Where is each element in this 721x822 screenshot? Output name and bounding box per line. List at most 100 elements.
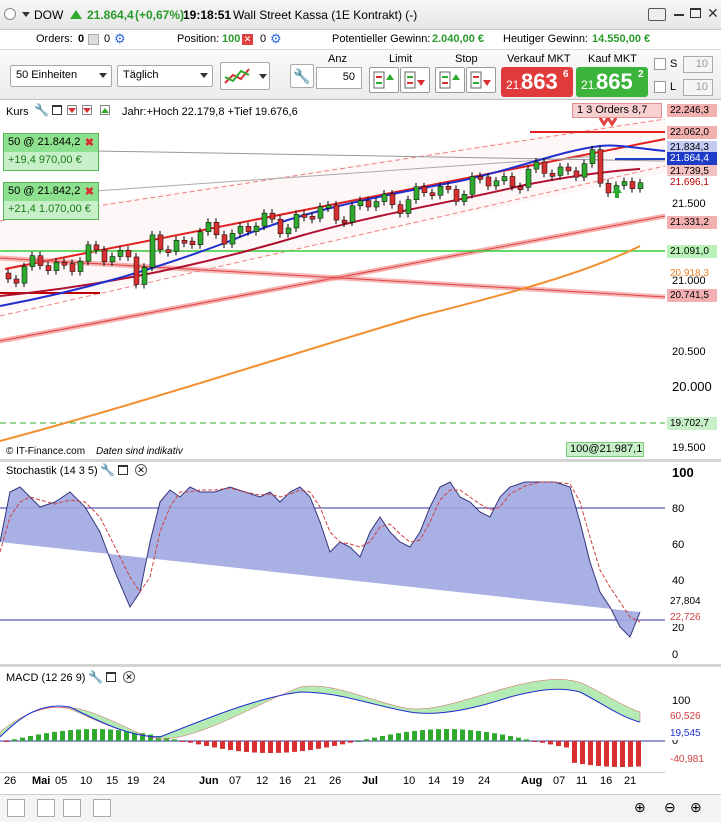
candle-body [429, 192, 436, 196]
move-down-icon[interactable] [67, 105, 77, 115]
units-select[interactable]: 50 Einheiten [10, 65, 112, 87]
pot-gain-label: Potentieller Gewinn: [332, 33, 431, 45]
zoom-in-vertical-icon[interactable]: ⊕ [634, 799, 652, 817]
l-checkbox-box[interactable] [654, 81, 666, 93]
macd-bar [436, 729, 441, 741]
stoch-title: Stochastik (14 3 5) [6, 465, 98, 477]
stoch-maximize-icon[interactable] [118, 465, 128, 475]
dropdown-chevron-icon[interactable] [22, 12, 30, 17]
close-position-2-icon[interactable]: ✖ [85, 185, 94, 198]
trend-up-icon [70, 10, 82, 19]
info-icon[interactable] [4, 8, 16, 20]
x-axis-label: 16 [279, 775, 292, 787]
macd-bar [188, 741, 193, 743]
macd-bar [596, 741, 601, 766]
drawing-tools-icon[interactable] [37, 799, 55, 817]
macd-bar [284, 741, 289, 753]
time-label: 19:18:51 [183, 8, 232, 22]
s-label: S [670, 58, 678, 70]
maximize-icon[interactable] [690, 8, 701, 18]
move-down-alt-icon[interactable] [82, 105, 92, 115]
close-position-1-icon[interactable]: ✖ [85, 136, 94, 149]
cancel-orders-icon[interactable] [88, 34, 99, 45]
zoom-in-icon[interactable]: ⊕ [690, 799, 708, 817]
candle-body [85, 244, 92, 262]
candle-body [421, 186, 428, 193]
add-indicator-icon[interactable] [7, 799, 25, 817]
zoom-out-icon[interactable]: ⊖ [664, 799, 682, 817]
l-input[interactable]: 10 [683, 79, 713, 96]
macd-maximize-icon[interactable] [106, 672, 116, 682]
wrench-icon[interactable]: 🔧 [34, 103, 49, 117]
macd-bar [364, 739, 369, 741]
position-average-text: 100@21.987,1 [570, 443, 643, 455]
macd-bar [500, 734, 505, 741]
compare-icon[interactable] [93, 799, 111, 817]
s-input[interactable]: 10 [683, 56, 713, 73]
position-2-body: +21,4 1.070,00 € [4, 201, 98, 219]
anz-value: 50 [342, 71, 355, 83]
candle-body [549, 173, 556, 177]
macd-bar [580, 741, 585, 765]
period-select-value: Täglich [123, 69, 159, 81]
macd-bar [420, 730, 425, 741]
stoch-tick-40: 40 [672, 575, 685, 587]
close-position-icon[interactable]: ✕ [242, 34, 253, 45]
limit-buy-button[interactable] [369, 67, 399, 93]
orders-value-2: 0 [104, 33, 111, 45]
candle-body [13, 278, 20, 284]
limit-sell-button[interactable] [400, 67, 430, 93]
candle-body [253, 225, 260, 232]
chart-type-button[interactable] [220, 62, 270, 90]
gear-icon-2[interactable]: ⚙ [270, 31, 282, 47]
limit-label: Limit [389, 53, 413, 65]
x-axis-label: 21 [624, 775, 637, 787]
stoch-wrench-icon[interactable]: 🔧 [100, 463, 115, 477]
macd-wrench-icon[interactable]: 🔧 [88, 670, 103, 684]
macd-bar [44, 733, 49, 741]
move-up-icon[interactable] [100, 105, 110, 115]
price-label-7: 21.331,2 [667, 216, 717, 229]
macd-bar [4, 741, 9, 742]
maximize-panel-icon[interactable] [52, 105, 62, 115]
candle-body [293, 214, 300, 229]
macd-close-icon[interactable]: ✕ [123, 671, 135, 683]
units-select-value: 50 Einheiten [16, 69, 78, 81]
minimize-icon[interactable] [674, 14, 684, 16]
macd-bar [100, 729, 105, 741]
orders-badge[interactable]: 1 3 Orders 8,7 [572, 103, 662, 118]
wrench-button[interactable]: 🔧 [290, 64, 314, 88]
candle-body [365, 200, 372, 208]
position-box-1[interactable]: 50 @ 21.844,2 ✖ +19,4 970,00 € [3, 133, 99, 171]
close-icon[interactable]: ✕ [707, 5, 719, 22]
sell-market-button[interactable]: 21. 863 6 [501, 67, 573, 97]
candle-body [157, 234, 164, 250]
macd-bar [308, 741, 313, 751]
stop-sell-button[interactable] [466, 67, 496, 93]
position-2-title: 50 @ 21.842,2 [8, 185, 81, 197]
s-checkbox-box[interactable] [654, 58, 666, 70]
macd-bar [204, 741, 209, 747]
macd-bar [380, 735, 385, 741]
macd-bar [28, 736, 33, 741]
buy-market-button[interactable]: 21. 865 2 [576, 67, 648, 97]
macd-bar [20, 737, 25, 741]
macd-bar [396, 733, 401, 741]
gear-icon[interactable]: ⚙ [114, 31, 126, 47]
keyboard-icon[interactable] [648, 8, 666, 21]
macd-bar [492, 733, 497, 741]
l-label: L [670, 81, 677, 93]
macd-bar [612, 741, 617, 767]
candle-body [5, 272, 12, 280]
position-box-2[interactable]: 50 @ 21.842,2 ✖ +21,4 1.070,00 € [3, 182, 99, 220]
anz-input[interactable]: 50 [316, 67, 362, 89]
macd-bar [428, 729, 433, 741]
stoch-close-icon[interactable]: ✕ [135, 464, 147, 476]
candle-body [173, 239, 180, 252]
period-select[interactable]: Täglich [117, 65, 213, 87]
templates-icon[interactable] [63, 799, 81, 817]
x-axis-label: 07 [553, 775, 566, 787]
candle-body [101, 249, 108, 263]
stop-buy-button[interactable] [435, 67, 465, 93]
x-axis-label: 19 [452, 775, 465, 787]
